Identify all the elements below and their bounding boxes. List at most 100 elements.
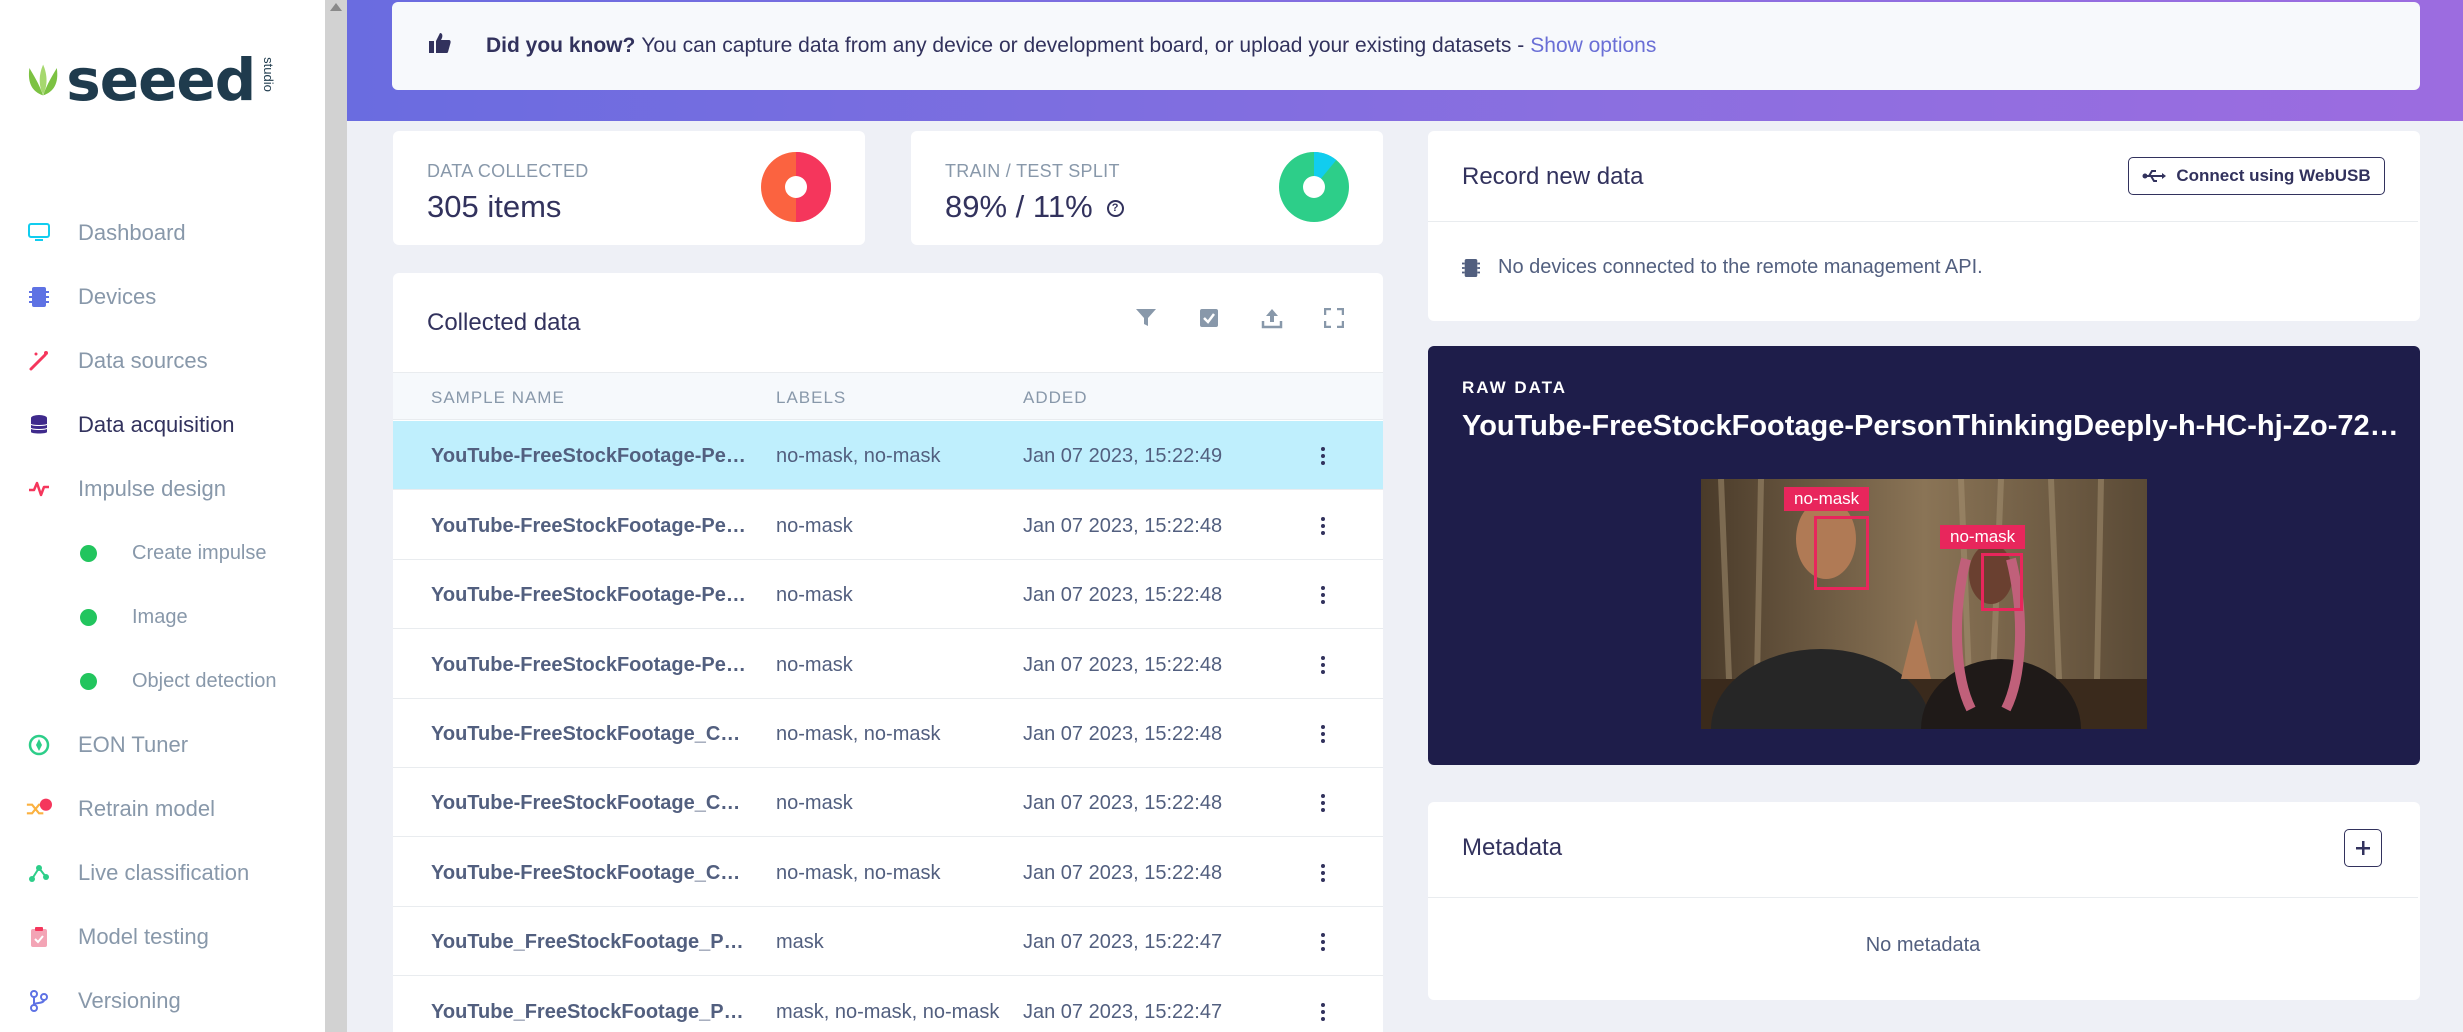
sidebar-item-create-impulse[interactable]: Create impulse [0, 521, 325, 585]
sample-added: Jan 07 2023, 15:22:48 [1023, 723, 1223, 745]
table-header: SAMPLE NAME LABELS ADDED [393, 372, 1383, 420]
leaf-logo-icon [28, 64, 58, 96]
sidebar-item-label: Live classification [78, 860, 250, 885]
sidebar-item-label: Model testing [78, 924, 209, 949]
sample-name: YouTube_FreeStockFootage_PeopleMasked [431, 931, 749, 953]
sidebar-item-devices[interactable]: Devices [0, 265, 325, 329]
sample-labels: no-mask, no-mask [776, 445, 941, 467]
raw-data-title: YouTube-FreeStockFootage-PersonThinkingD… [1462, 410, 2402, 442]
table-row[interactable]: YouTube_FreeStockFootage_PeopleMasked ma… [393, 907, 1383, 976]
sidebar-item-label: Image [132, 605, 188, 628]
status-dot-icon [80, 544, 97, 562]
metadata-card: Metadata No metadata [1428, 802, 2420, 1000]
sidebar-item-image[interactable]: Image [0, 585, 325, 649]
record-new-data-card: Record new data Connect using WebUSB No … [1428, 131, 2420, 321]
table-row[interactable]: YouTube-FreeStockFootage_ChildrenLaughin… [393, 838, 1383, 907]
sample-photo [1701, 479, 2147, 729]
banner-text: You can capture data from any device or … [641, 34, 1525, 57]
table-row[interactable]: YouTube-FreeStockFootage-PersonSmiling n… [393, 560, 1383, 629]
column-header-sample-name[interactable]: SAMPLE NAME [431, 388, 565, 408]
data-collected-card: DATA COLLECTED 305 items [393, 131, 865, 245]
sidebar-item-dashboard[interactable]: Dashboard [0, 201, 325, 265]
scroll-up-icon[interactable] [330, 3, 342, 11]
show-options-link[interactable]: Show options [1530, 34, 1656, 58]
sidebar-item-model-testing[interactable]: Model testing [0, 905, 325, 969]
table-row[interactable]: YouTube-FreeStockFootage-PersonThinkingD… [393, 421, 1383, 490]
sidebar-item-label: Object detection [132, 669, 277, 692]
row-menu-icon[interactable] [1313, 582, 1333, 608]
brand-sub: studio [261, 56, 277, 92]
sample-name: YouTube-FreeStockFootage_ChildrenLaughin… [431, 862, 749, 884]
sidebar-item-eon-tuner[interactable]: EON Tuner [0, 713, 325, 777]
chip-icon [1462, 258, 1480, 277]
select-checkbox-icon[interactable] [1194, 303, 1224, 333]
no-devices-message: No devices connected to the remote manag… [1462, 256, 1983, 279]
sample-labels: mask [776, 931, 824, 953]
upload-icon[interactable] [1257, 303, 1287, 333]
usb-icon [2142, 170, 2167, 182]
sidebar-item-label: Retrain model [78, 796, 215, 821]
stat-value: 89% / 11%? [945, 189, 1124, 225]
sidebar-item-retrain-model[interactable]: Retrain model [0, 777, 325, 841]
sidebar-item-versioning[interactable]: Versioning [0, 969, 325, 1032]
sidebar-scrollbar[interactable] [325, 0, 347, 1032]
sample-labels: no-mask [776, 515, 853, 537]
column-header-added[interactable]: ADDED [1023, 388, 1088, 408]
seeed-logo[interactable]: seeed studio [26, 50, 286, 110]
stat-value: 305 items [427, 189, 562, 224]
sidebar-item-label: Impulse design [78, 476, 226, 501]
brand-name: seeed [66, 46, 256, 114]
sidebar-item-label: EON Tuner [78, 732, 189, 757]
sidebar-item-label: Devices [78, 284, 157, 309]
raw-data-panel: RAW DATA YouTube-FreeStockFootage-Person… [1428, 346, 2420, 765]
row-menu-icon[interactable] [1313, 929, 1333, 955]
sidebar-item-data-acquisition[interactable]: Data acquisition [0, 393, 325, 457]
filter-icon[interactable] [1131, 303, 1161, 333]
sample-labels: no-mask, no-mask [776, 723, 941, 745]
sample-labels: mask, no-mask, no-mask [776, 1001, 1000, 1023]
pulse-icon [26, 476, 52, 502]
add-metadata-button[interactable] [2344, 829, 2382, 867]
did-you-know-banner: Did you know? You can capture data from … [392, 2, 2420, 90]
table-row[interactable]: YouTube-FreeStockFootage_ChildReading no… [393, 768, 1383, 837]
bounding-box[interactable] [1981, 553, 2023, 611]
row-menu-icon[interactable] [1313, 513, 1333, 539]
wand-icon [26, 348, 52, 374]
bounding-box-label: no-mask [1940, 525, 2026, 549]
bounding-box[interactable] [1814, 516, 1869, 590]
table-row[interactable]: YouTube_FreeStockFootage_PeopleCrowd mas… [393, 977, 1383, 1032]
row-menu-icon[interactable] [1313, 443, 1333, 469]
train-test-split-card: TRAIN / TEST SPLIT 89% / 11%? [911, 131, 1383, 245]
sidebar-item-label: Data acquisition [78, 412, 235, 437]
table-row[interactable]: YouTube-FreeStockFootage-PersonTalking n… [393, 630, 1383, 699]
sidebar-item-label: Data sources [78, 348, 208, 373]
row-menu-icon[interactable] [1313, 652, 1333, 678]
table-row[interactable]: YouTube-FreeStockFootage_ChildrenPlaying… [393, 699, 1383, 768]
row-menu-icon[interactable] [1313, 999, 1333, 1025]
sample-labels: no-mask [776, 792, 853, 814]
database-icon [26, 412, 52, 438]
status-dot-icon [80, 672, 97, 690]
row-menu-icon[interactable] [1313, 721, 1333, 747]
sample-added: Jan 07 2023, 15:22:48 [1023, 792, 1223, 814]
sample-name: YouTube-FreeStockFootage-PersonTalking [431, 654, 749, 676]
sidebar-item-data-sources[interactable]: Data sources [0, 329, 325, 393]
column-header-labels[interactable]: LABELS [776, 388, 846, 408]
row-menu-icon[interactable] [1313, 860, 1333, 886]
sidebar-item-live-classification[interactable]: Live classification [0, 841, 325, 905]
row-menu-icon[interactable] [1313, 790, 1333, 816]
table-row[interactable]: YouTube-FreeStockFootage-PersonWalking n… [393, 491, 1383, 560]
collected-data-card: Collected data SAMPLE NAME LABELS ADDED … [393, 273, 1383, 1032]
sidebar-item-label: Create impulse [132, 541, 267, 564]
expand-icon[interactable] [1319, 303, 1349, 333]
sample-name: YouTube-FreeStockFootage_ChildrenPlaying [431, 723, 749, 745]
sidebar-item-object-detection[interactable]: Object detection [0, 649, 325, 713]
sidebar-item-label: Dashboard [78, 220, 186, 245]
sidebar-item-impulse-design[interactable]: Impulse design [0, 457, 325, 521]
help-icon[interactable]: ? [1106, 200, 1124, 218]
sample-added: Jan 07 2023, 15:22:48 [1023, 515, 1223, 537]
sample-name: YouTube-FreeStockFootage-PersonSmiling [431, 584, 749, 606]
branch-icon [26, 988, 52, 1014]
collected-pie-chart [761, 152, 831, 222]
connect-webusb-button[interactable]: Connect using WebUSB [2128, 157, 2385, 195]
